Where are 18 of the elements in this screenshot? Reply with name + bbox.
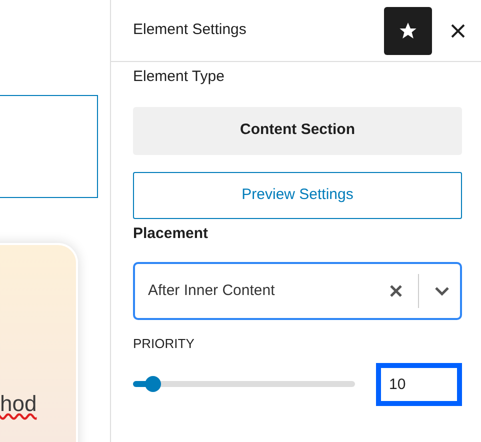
card-text: hod	[0, 390, 37, 418]
favorite-button[interactable]	[384, 6, 432, 54]
section-label: Placement	[133, 224, 210, 244]
priority-input[interactable]: 10	[376, 362, 462, 406]
clear-icon[interactable]	[389, 284, 403, 298]
close-icon	[451, 24, 465, 38]
chevron-down-icon[interactable]	[434, 286, 450, 296]
panel-title: Element Settings	[133, 20, 248, 40]
slider-thumb[interactable]	[144, 376, 161, 392]
select-value: After Inner Content	[148, 280, 276, 301]
priority-label: PRIORITY	[133, 335, 196, 353]
section-label: Element Type	[133, 67, 226, 87]
priority-slider[interactable]	[133, 376, 355, 392]
preview-settings-button[interactable]: Preview Settings	[133, 172, 462, 218]
element-type-value: Content Section	[133, 106, 462, 154]
placement-select[interactable]: After Inner Content	[133, 262, 462, 320]
content-block[interactable]	[0, 95, 98, 198]
star-icon	[398, 20, 418, 40]
